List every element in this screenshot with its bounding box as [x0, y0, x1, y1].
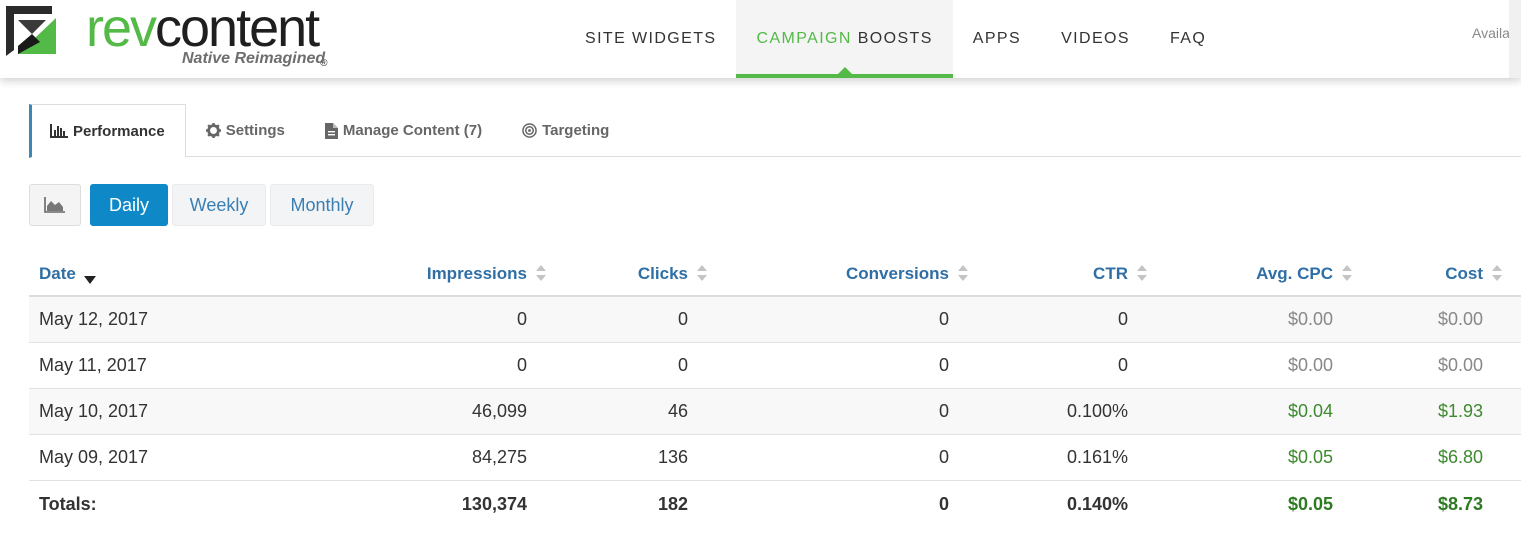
cell-cost: $0.00 [1437, 355, 1483, 375]
main-nav: SITE WIDGETS CAMPAIGN BOOSTS APPS VIDEOS… [565, 0, 1226, 78]
cell-ctr: 0.161% [1066, 447, 1128, 467]
nav-faq[interactable]: FAQ [1150, 0, 1226, 78]
sort-desc-icon [83, 275, 96, 284]
weekly-button[interactable]: Weekly [172, 184, 266, 226]
cell-avg-cpc: $0.04 [1287, 401, 1333, 421]
logo-mark-icon [6, 6, 56, 56]
cell-impressions: 46,099 [471, 401, 527, 421]
area-chart-icon [44, 197, 65, 213]
daily-button[interactable]: Daily [90, 184, 168, 226]
gear-icon [205, 123, 221, 138]
total-ctr: 0.140% [1066, 493, 1128, 514]
total-avg-cpc: $0.05 [1287, 493, 1333, 514]
col-avg-cpc-header[interactable]: Avg. CPC [1148, 264, 1353, 284]
cell-impressions: 0 [516, 355, 527, 375]
scrollbar[interactable] [1509, 0, 1521, 78]
sort-icon [1342, 264, 1352, 281]
revcontent-logo[interactable]: revcontent® Native Reimagined [6, 0, 336, 70]
bar-chart-icon [50, 124, 68, 138]
table-row: May 12, 2017 0 0 0 0 $0.00 $0.00 [29, 297, 1521, 343]
cell-cost: $0.00 [1437, 309, 1483, 329]
totals-label: Totals: [39, 493, 97, 514]
document-icon [324, 122, 338, 139]
table-row: May 10, 2017 46,099 46 0 0.100% $0.04 $1… [29, 389, 1521, 435]
monthly-button[interactable]: Monthly [270, 184, 374, 226]
cell-clicks: 0 [677, 309, 688, 329]
tab-settings[interactable]: Settings [186, 104, 305, 157]
cell-ctr: 0.100% [1066, 401, 1128, 421]
table-row: May 09, 2017 84,275 136 0 0.161% $0.05 $… [29, 435, 1521, 481]
cell-cost: $1.93 [1437, 401, 1483, 421]
period-selector: Daily Weekly Monthly [29, 184, 378, 226]
cell-avg-cpc: $0.00 [1287, 355, 1333, 375]
cell-impressions: 84,275 [471, 447, 527, 467]
nav-campaign-boosts[interactable]: CAMPAIGN BOOSTS [736, 0, 953, 78]
col-conversions-header[interactable]: Conversions [708, 264, 969, 284]
sort-icon [536, 264, 546, 281]
logo-tagline: Native Reimagined [182, 50, 326, 67]
cell-date: May 10, 2017 [39, 401, 149, 421]
sort-icon [697, 264, 707, 281]
total-cost: $8.73 [1437, 493, 1483, 514]
chart-toggle-button[interactable] [29, 184, 81, 226]
target-icon [522, 123, 537, 138]
cell-conversions: 0 [938, 309, 949, 329]
tab-performance[interactable]: Performance [29, 104, 186, 158]
col-impressions-header[interactable]: Impressions [409, 264, 547, 284]
cell-conversions: 0 [938, 447, 949, 467]
total-impressions: 130,374 [461, 493, 527, 514]
tab-manage-content[interactable]: Manage Content (7) [305, 104, 502, 157]
cell-ctr: 0 [1117, 355, 1128, 375]
nav-site-widgets[interactable]: SITE WIDGETS [565, 0, 736, 78]
top-header: revcontent® Native Reimagined SITE WIDGE… [0, 0, 1521, 78]
cell-avg-cpc: $0.00 [1287, 309, 1333, 329]
table-row: May 11, 2017 0 0 0 0 $0.00 $0.00 [29, 343, 1521, 389]
cell-clicks: 136 [657, 447, 688, 467]
totals-row: Totals: 130,374 182 0 0.140% $0.05 $8.73 [29, 481, 1521, 527]
cell-conversions: 0 [938, 355, 949, 375]
table-header: Date Impressions Clicks Conversions CTR … [29, 252, 1521, 297]
cell-impressions: 0 [516, 309, 527, 329]
nav-videos[interactable]: VIDEOS [1041, 0, 1150, 78]
total-clicks: 182 [657, 493, 688, 514]
sort-icon [1137, 264, 1147, 281]
nav-apps[interactable]: APPS [953, 0, 1041, 78]
sort-icon [1492, 264, 1502, 281]
col-clicks-header[interactable]: Clicks [547, 264, 708, 284]
tab-targeting[interactable]: Targeting [502, 104, 629, 157]
cell-cost: $6.80 [1437, 447, 1483, 467]
col-ctr-header[interactable]: CTR [969, 264, 1148, 284]
cell-ctr: 0 [1117, 309, 1128, 329]
total-conversions: 0 [938, 493, 949, 514]
cell-clicks: 46 [667, 401, 688, 421]
cell-avg-cpc: $0.05 [1287, 447, 1333, 467]
cell-date: May 11, 2017 [39, 355, 147, 375]
col-date-header[interactable]: Date [29, 264, 409, 284]
cell-clicks: 0 [677, 355, 688, 375]
sort-icon [958, 264, 968, 281]
cell-date: May 12, 2017 [39, 309, 149, 329]
campaign-tabs: Performance Settings Manage Content (7) … [29, 104, 1521, 158]
col-cost-header[interactable]: Cost [1353, 264, 1503, 284]
performance-table: Date Impressions Clicks Conversions CTR … [29, 252, 1521, 527]
cell-conversions: 0 [938, 401, 949, 421]
cell-date: May 09, 2017 [39, 447, 149, 467]
